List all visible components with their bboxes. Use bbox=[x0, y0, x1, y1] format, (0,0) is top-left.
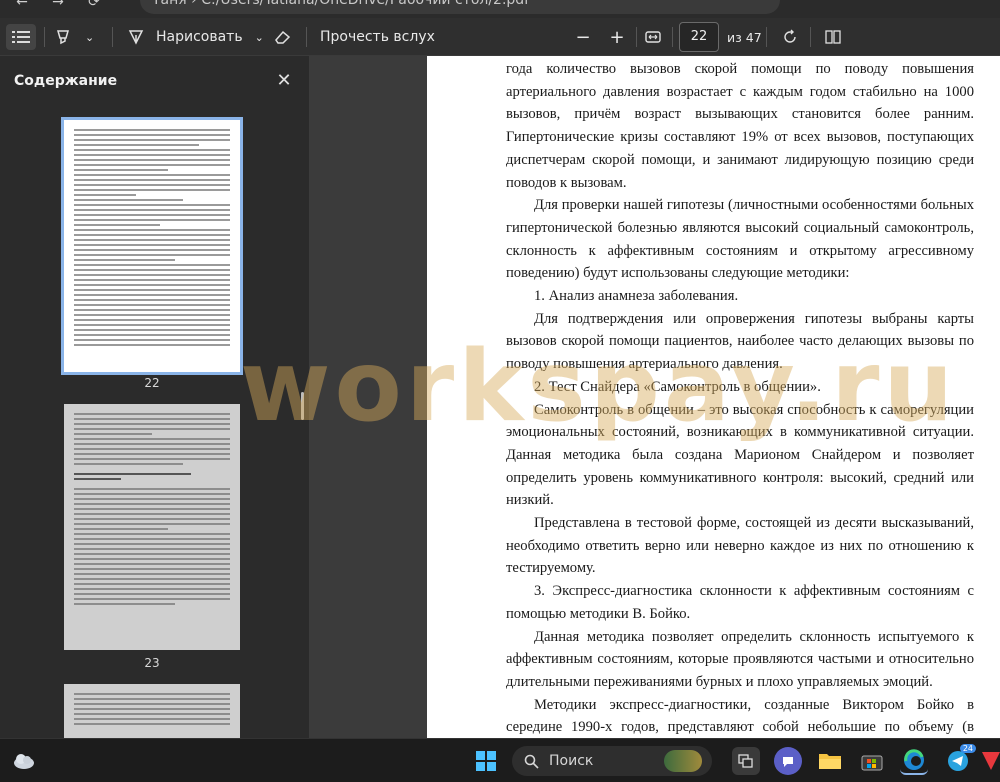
fit-to-width-button[interactable] bbox=[638, 24, 668, 50]
teams-chat-icon[interactable] bbox=[774, 747, 802, 775]
start-icon[interactable] bbox=[472, 747, 500, 775]
paragraph: Для проверки нашей гипотезы (личностными… bbox=[506, 197, 974, 282]
thumbnail-page-number: 22 bbox=[144, 376, 160, 390]
panel-title: Содержание bbox=[14, 73, 118, 89]
contents-panel: Содержание ✕ 22 23 bbox=[0, 56, 310, 744]
chevron-down-icon[interactable]: ⌄ bbox=[85, 31, 94, 44]
total-pages: из 47 bbox=[727, 29, 762, 45]
page-thumbnail-22[interactable] bbox=[61, 117, 243, 375]
taskbar-search[interactable]: Поиск bbox=[512, 746, 712, 776]
toolbar-separator bbox=[636, 27, 637, 47]
store-icon[interactable] bbox=[858, 747, 886, 775]
page-thumbnail-23[interactable] bbox=[64, 404, 240, 650]
paragraph: года количество вызовов скорой помощи по… bbox=[506, 61, 974, 191]
search-highlight-icon bbox=[664, 750, 702, 772]
taskbar: Поиск 24 bbox=[0, 738, 1000, 782]
draw-label: Нарисовать bbox=[156, 29, 243, 45]
panel-scrollbar[interactable] bbox=[301, 392, 304, 420]
back-icon[interactable]: ← bbox=[12, 0, 32, 14]
rotate-button[interactable] bbox=[775, 24, 805, 50]
chevron-down-icon[interactable]: ⌄ bbox=[255, 31, 264, 44]
close-icon[interactable]: ✕ bbox=[272, 69, 296, 93]
paragraph: Самоконтроль в общении – это высокая спо… bbox=[506, 401, 974, 509]
page-thumbnail-24[interactable] bbox=[64, 684, 240, 744]
pdf-page: года количество вызовов скорой помощи по… bbox=[427, 56, 1000, 738]
search-icon bbox=[524, 754, 539, 769]
paragraph: Данная методика позволяет определить скл… bbox=[506, 628, 974, 690]
highlighter-icon bbox=[57, 30, 69, 45]
highlight-button[interactable]: ⌄ bbox=[55, 24, 94, 50]
refresh-icon[interactable]: ⟳ bbox=[84, 0, 104, 14]
forward-icon[interactable]: → bbox=[48, 0, 68, 14]
notification-badge: 24 bbox=[959, 744, 976, 753]
paragraph: 2. Тест Снайдера «Самоконтроль в общении… bbox=[534, 378, 821, 395]
zoom-out-icon[interactable]: − bbox=[568, 24, 598, 50]
paragraph: Представлена в тестовой форме, состоящей… bbox=[506, 515, 974, 577]
page-view-button[interactable] bbox=[818, 24, 848, 50]
draw-button[interactable]: Нарисовать ⌄ bbox=[128, 24, 264, 50]
telegram-icon[interactable]: 24 bbox=[944, 744, 976, 775]
contents-toggle-button[interactable] bbox=[6, 24, 36, 50]
toolbar-separator bbox=[810, 27, 811, 47]
paragraph: Для подтверждения или опровержения гипот… bbox=[506, 310, 974, 373]
toolbar-separator bbox=[112, 27, 113, 47]
weather-icon[interactable] bbox=[10, 747, 38, 775]
edge-icon[interactable] bbox=[900, 747, 928, 775]
list-icon bbox=[12, 31, 30, 43]
fit-width-icon bbox=[645, 31, 661, 43]
file-explorer-icon[interactable] bbox=[816, 747, 844, 775]
current-page-input[interactable]: 22 bbox=[679, 22, 719, 52]
paragraph: Методики экспресс-диагностики, созданные… bbox=[506, 696, 974, 736]
eraser-icon bbox=[275, 30, 291, 44]
search-label: Поиск bbox=[549, 753, 594, 769]
two-page-icon bbox=[825, 30, 841, 44]
thumbnail-page-number: 23 bbox=[144, 656, 160, 670]
pdf-toolbar: ⌄ Нарисовать ⌄ Прочесть вслух − + из 47 bbox=[0, 18, 1000, 56]
pen-icon bbox=[128, 30, 144, 45]
toolbar-separator bbox=[672, 27, 673, 47]
toolbar-separator bbox=[306, 27, 307, 47]
toolbar-separator bbox=[44, 27, 45, 47]
address-bar[interactable]: Таня › C:/Users/Tatiana/OneDrive/Рабочий… bbox=[140, 0, 780, 14]
read-aloud-button[interactable]: Прочесть вслух bbox=[320, 24, 435, 50]
vivaldi-icon[interactable] bbox=[982, 747, 1000, 775]
paragraph: 1. Анализ анамнеза заболевания. bbox=[534, 288, 739, 305]
title-bar: ← → ⟳ Таня › C:/Users/Tatiana/OneDrive/Р… bbox=[0, 0, 1000, 18]
task-view-icon[interactable] bbox=[732, 747, 760, 775]
rotate-icon bbox=[784, 29, 796, 43]
toolbar-separator bbox=[766, 27, 767, 47]
document-viewer[interactable]: года количество вызовов скорой помощи по… bbox=[310, 56, 1000, 738]
erase-button[interactable] bbox=[268, 24, 298, 50]
zoom-in-icon[interactable]: + bbox=[602, 24, 632, 50]
paragraph: 3. Экспресс-диагностика склонности к афф… bbox=[506, 583, 974, 622]
